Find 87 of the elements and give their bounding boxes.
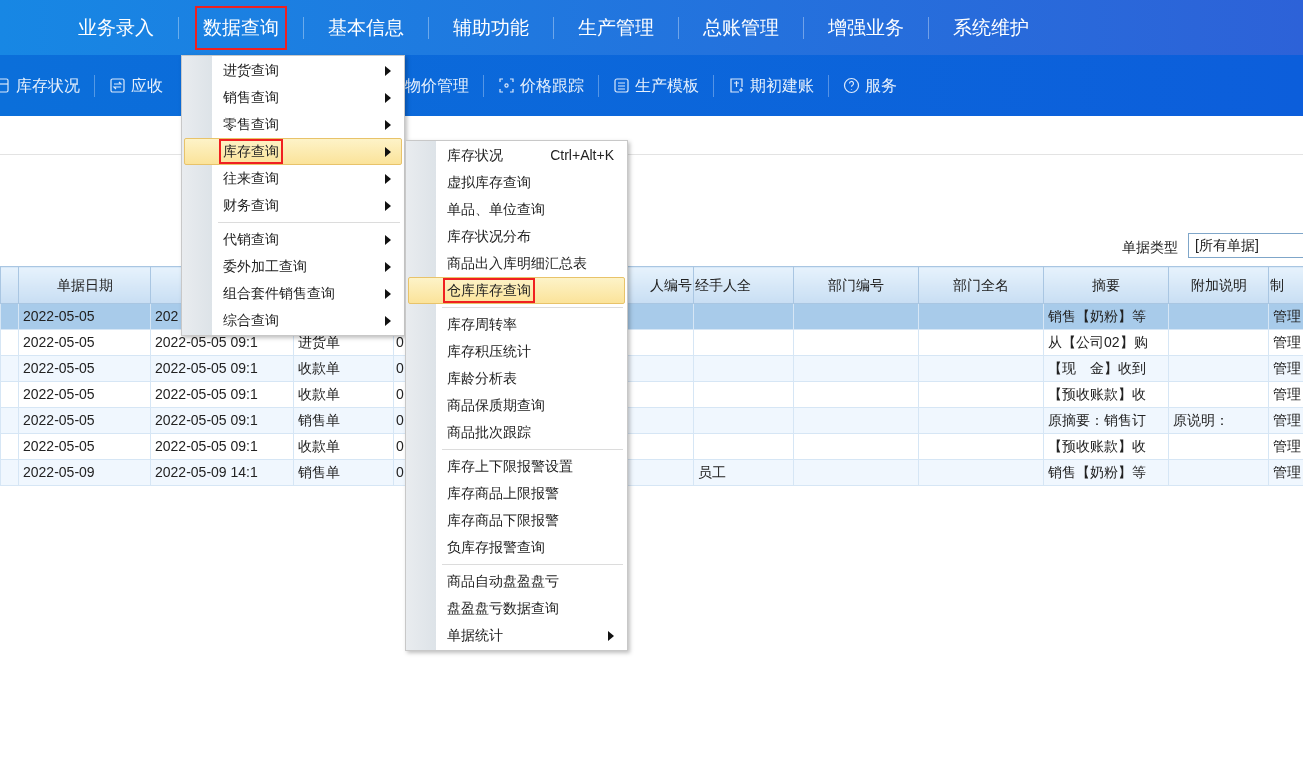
menu-item[interactable]: 单据统计 — [408, 622, 625, 649]
toolbar-button[interactable]: 物价管理 — [405, 73, 483, 98]
filter-field[interactable]: [所有单据] — [1188, 233, 1303, 258]
submenu-arrow-icon — [385, 315, 391, 326]
table-cell: 2022-05-05 09:1 — [150, 407, 294, 434]
table-cell: 收款单 — [293, 433, 394, 460]
table-cell: 2022-05-09 14:1 — [150, 459, 294, 486]
table-cell: 2022-05-05 09:1 — [150, 381, 294, 408]
menu-item[interactable]: 库存状况 Ctrl+Alt+K — [408, 142, 625, 169]
toolbar-button[interactable]: 期初建账 — [714, 73, 828, 98]
column-header[interactable]: 人编号 — [650, 276, 692, 293]
menu-item[interactable]: 往来查询 — [184, 165, 402, 192]
menu-item[interactable]: 仓库库存查询 — [408, 277, 625, 304]
column-header[interactable]: 部门编号 — [793, 266, 919, 304]
nav-tab[interactable]: 业务录入 — [70, 5, 162, 50]
table-cell: 【现 金】收到 — [1043, 355, 1169, 382]
nav-tab[interactable]: 生产管理 — [570, 5, 662, 50]
table-cell: 2022-05-05 — [18, 433, 151, 460]
menu-item[interactable]: 负库存报警查询 — [408, 534, 625, 561]
document-lines-icon — [613, 77, 630, 94]
table-cell: 收款单 — [293, 381, 394, 408]
toolbar-button[interactable]: 生产模板 — [599, 73, 713, 98]
nav-tab[interactable]: 基本信息 — [320, 5, 412, 50]
shortcut-label: Ctrl+Alt+K — [550, 146, 614, 165]
table-cell: 销售单 — [293, 407, 394, 434]
submenu-arrow-icon — [385, 65, 391, 76]
table-cell: 销售单 — [293, 459, 394, 486]
column-header[interactable]: 摘要 — [1043, 266, 1169, 304]
nav-tab[interactable]: 系统维护 — [945, 5, 1037, 50]
table-cell: 2022-05-05 — [18, 329, 151, 356]
menu-item[interactable]: 委外加工查询 — [184, 253, 402, 280]
submenu-arrow-icon — [385, 173, 391, 184]
target-icon — [498, 77, 515, 94]
menu-item[interactable]: 库存查询 — [184, 138, 402, 165]
menu-item[interactable]: 零售查询 — [184, 111, 402, 138]
submenu-arrow-icon — [385, 288, 391, 299]
table-cell: 2022-05-09 — [18, 459, 151, 486]
menu-item[interactable]: 销售查询 — [184, 84, 402, 111]
menu-item[interactable]: 商品出入库明细汇总表 — [408, 250, 625, 277]
column-header[interactable]: 部门全名 — [918, 266, 1044, 304]
submenu-arrow-icon — [385, 119, 391, 130]
table-cell: 销售【奶粉】等 — [1043, 459, 1169, 486]
nav-tab[interactable]: 辅助功能 — [445, 5, 537, 50]
menu-item[interactable]: 盘盈盘亏数据查询 — [408, 595, 625, 622]
toolbar-button[interactable]: 服务 — [829, 73, 911, 98]
table-cell: 员工 — [693, 459, 794, 486]
table-cell: 2022-05-05 09:1 — [150, 433, 294, 460]
nav-tab[interactable]: 增强业务 — [820, 5, 912, 50]
menu-item[interactable]: 代销查询 — [184, 226, 402, 253]
table-cell: 收款单 — [293, 355, 394, 382]
menu-item[interactable]: 进货查询 — [184, 57, 402, 84]
help-icon — [843, 77, 860, 94]
submenu-arrow-icon — [385, 92, 391, 103]
submenu-arrow-icon — [385, 200, 391, 211]
table-cell: 2022-05-05 — [18, 355, 151, 382]
table-cell: 销售【奶粉】等 — [1043, 303, 1169, 330]
table-cell: 2022-05-05 — [18, 381, 151, 408]
table-cell: 2022-05-05 09:1 — [150, 355, 294, 382]
table-cell: 【预收账款】收 — [1043, 433, 1169, 460]
table-cell: 【预收账款】收 — [1043, 381, 1169, 408]
column-header[interactable]: 经手人全 — [693, 266, 794, 304]
table-cell: 原摘要：销售订 — [1043, 407, 1169, 434]
menu-item[interactable]: 虚拟库存查询 — [408, 169, 625, 196]
menu-item[interactable]: 商品自动盘盈盘亏 — [408, 568, 625, 595]
nav-tab[interactable]: 总账管理 — [695, 5, 787, 50]
column-header[interactable]: 制 — [1268, 266, 1303, 304]
toolbar-button[interactable]: 应收 — [95, 73, 177, 98]
table-cell: 2022-05-05 — [18, 407, 151, 434]
toolbar-button[interactable]: 价格跟踪 — [484, 73, 598, 98]
submenu-arrow-icon — [385, 261, 391, 272]
document-arrows-icon — [109, 77, 126, 94]
menu-item[interactable]: 库存商品下限报警 — [408, 507, 625, 534]
column-header[interactable]: 单据日期 — [18, 266, 151, 304]
menu-item[interactable]: 库存状况分布 — [408, 223, 625, 250]
column-header[interactable]: 附加说明 — [1168, 266, 1269, 304]
submenu-arrow-icon — [385, 234, 391, 245]
submenu-arrow-icon — [385, 146, 391, 157]
table-cell: 2022-05-05 — [18, 303, 151, 330]
toolbar-button[interactable]: 库存状况 — [0, 73, 94, 98]
document-plus-icon — [728, 77, 745, 94]
menu-item[interactable]: 财务查询 — [184, 192, 402, 219]
filter-label: 单据类型 — [1122, 238, 1178, 257]
table-cell: 从【公司02】购 — [1043, 329, 1169, 356]
submenu-arrow-icon — [608, 630, 614, 641]
nav-tab[interactable]: 数据查询 — [195, 5, 287, 50]
menu-item[interactable]: 单品、单位查询 — [408, 196, 625, 223]
table-cell: 原说明： — [1168, 407, 1269, 434]
